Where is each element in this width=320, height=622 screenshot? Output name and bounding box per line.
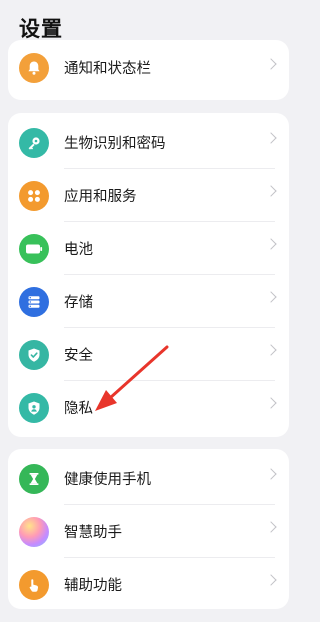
chevron-right-icon [265,58,277,70]
battery-icon [19,234,49,264]
settings-item-label: 健康使用手机 [64,472,151,488]
settings-item-label: 辅助功能 [64,578,122,594]
chevron-right-icon [265,291,277,303]
divider [64,504,275,505]
chevron-right-icon [265,238,277,250]
chevron-right-icon [265,397,277,409]
assistant-orb-icon [19,517,49,547]
page-title: 设置 [19,17,63,41]
chevron-right-icon [265,185,277,197]
divider [64,221,275,222]
settings-item-apps-services[interactable]: 应用和服务 [8,170,289,222]
privacy-shield-icon [19,393,49,423]
settings-item-smart-assistant[interactable]: 智慧助手 [8,506,289,558]
chevron-right-icon [265,574,277,586]
settings-item-accessibility[interactable]: 辅助功能 [8,559,289,609]
settings-group-2: 生物识别和密码 应用和服务 电池 存储 安全 隐私 [8,113,289,437]
settings-item-label: 存储 [64,295,93,311]
shield-check-icon [19,340,49,370]
settings-item-label: 电池 [64,242,93,258]
settings-group-1: 通知和状态栏 [8,40,289,100]
settings-item-digital-balance[interactable]: 健康使用手机 [8,453,289,505]
settings-item-label: 应用和服务 [64,189,137,205]
divider [64,168,275,169]
divider [64,274,275,275]
settings-item-label: 生物识别和密码 [64,136,166,152]
settings-item-storage[interactable]: 存储 [8,276,289,328]
settings-item-label: 智慧助手 [64,525,122,541]
chevron-right-icon [265,521,277,533]
apps-grid-icon [19,181,49,211]
key-icon [19,128,49,158]
divider [64,327,275,328]
chevron-right-icon [265,132,277,144]
storage-icon [19,287,49,317]
chevron-right-icon [265,468,277,480]
divider [64,557,275,558]
hourglass-icon [19,464,49,494]
bell-icon [19,53,49,83]
settings-item-label: 通知和状态栏 [64,61,151,77]
settings-item-label: 隐私 [64,401,93,417]
settings-group-3: 健康使用手机 智慧助手 辅助功能 [8,449,289,609]
settings-item-notifications[interactable]: 通知和状态栏 [8,44,289,96]
divider [64,380,275,381]
chevron-right-icon [265,344,277,356]
settings-item-biometrics-password[interactable]: 生物识别和密码 [8,117,289,169]
settings-item-privacy[interactable]: 隐私 [8,382,289,434]
settings-item-battery[interactable]: 电池 [8,223,289,275]
settings-item-label: 安全 [64,348,93,364]
settings-item-security[interactable]: 安全 [8,329,289,381]
hand-icon [19,570,49,600]
